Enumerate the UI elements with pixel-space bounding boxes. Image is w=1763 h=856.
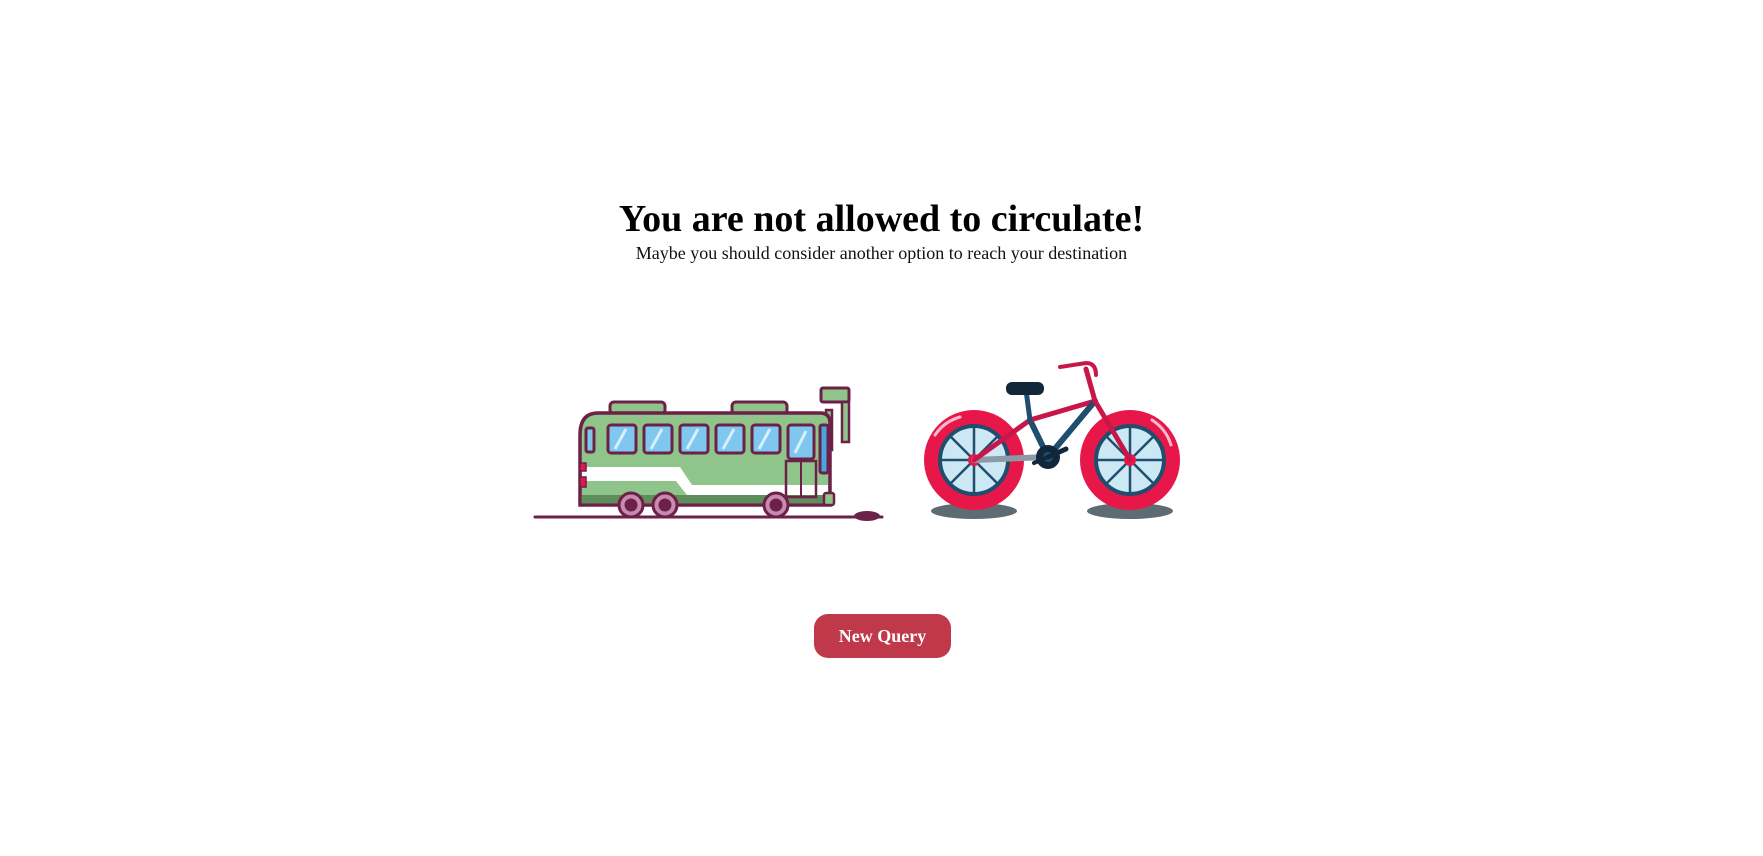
bus-icon [533,386,884,521]
bicycle-icon [924,360,1180,519]
new-query-button[interactable]: New Query [814,614,951,658]
transport-illustration [533,360,1180,521]
not-allowed-page: You are not allowed to circulate! Maybe … [0,0,1763,856]
page-subtitle: Maybe you should consider another option… [635,243,1128,263]
page-title: You are not allowed to circulate! [618,198,1145,240]
